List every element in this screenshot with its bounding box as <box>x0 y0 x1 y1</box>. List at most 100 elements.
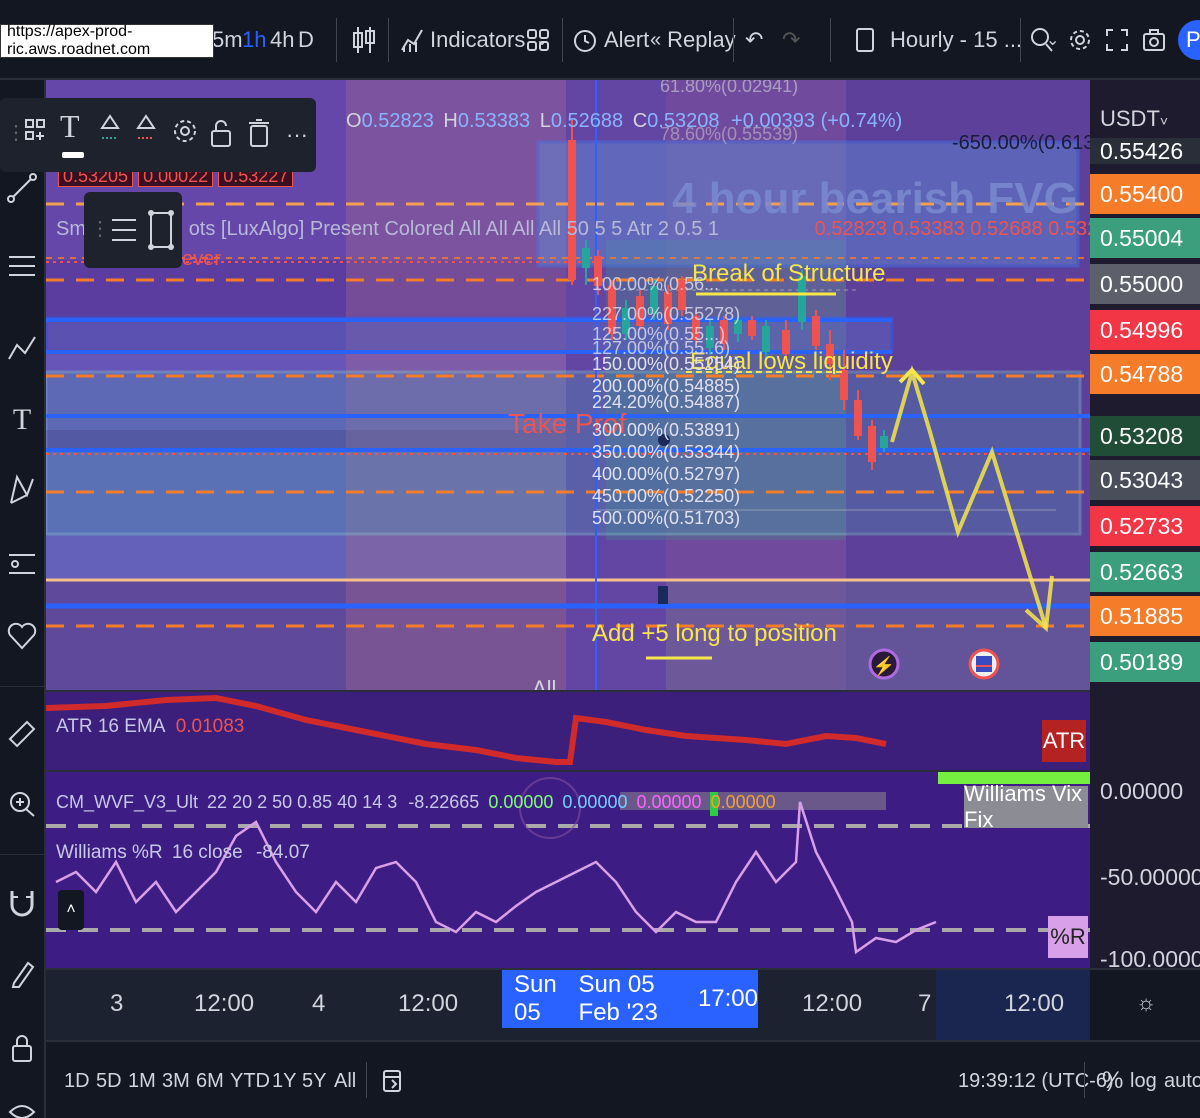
xabcd-tool[interactable] <box>4 472 40 508</box>
layout-grid-button[interactable] <box>527 18 549 62</box>
floating-drawing-toolbar: ⋮ T ··· <box>0 98 316 172</box>
osc-axis-label: -50.00000 <box>1100 864 1200 890</box>
atr-pane[interactable]: ATR 16 EMA 0.01083 ATR <box>46 690 1090 770</box>
period-1y[interactable]: 1Y <box>272 1070 296 1093</box>
template-button[interactable] <box>24 118 46 153</box>
fib-top-label: 61.80%(0.02941) <box>660 80 799 96</box>
fullscreen-button[interactable] <box>1106 18 1128 62</box>
magnet-icon <box>10 891 34 917</box>
date-range-button[interactable] <box>382 1066 402 1099</box>
trash-icon <box>249 119 269 147</box>
snapshot-button[interactable] <box>1142 18 1166 62</box>
time-label: 12:00 <box>802 990 863 1017</box>
undo-button[interactable]: ↶ <box>745 18 763 62</box>
svg-text:⚡: ⚡ <box>873 655 895 677</box>
avatar[interactable]: P <box>1178 20 1200 60</box>
time-label: 7 <box>918 990 932 1017</box>
oscillator-axis[interactable]: 0.00000 -50.00000 -100.00000 <box>1090 690 1200 968</box>
clock[interactable]: 19:39:12 (UTC-6) <box>958 1070 1114 1093</box>
drag-handle-icon[interactable]: ⋮ <box>90 216 110 241</box>
period-5d[interactable]: 5D <box>96 1070 122 1093</box>
layout-select[interactable]: Hourly - 15 ... ⌄ <box>856 18 1059 62</box>
period-1m[interactable]: 1M <box>128 1070 156 1093</box>
time-axis[interactable]: 3 12:00 4 12:00 Sun 05 Sun 05 Feb '23 17… <box>46 968 1200 1042</box>
fib-level-label: 450.00%(0.52250) <box>592 486 741 506</box>
period-ytd[interactable]: YTD <box>230 1070 270 1093</box>
atr-badge: ATR <box>1042 720 1086 762</box>
williams-legend[interactable]: Williams %R 16 close -84.07 <box>56 842 310 864</box>
fvg-annotation[interactable]: 4 hour bearish FVG <box>672 174 1078 224</box>
wvf-legend[interactable]: CM_WVF_V3_Ult 22 20 2 50 0.85 40 14 3 -8… <box>56 792 776 813</box>
interval-d[interactable]: D <box>298 18 314 62</box>
collapse-pane-button[interactable]: ˄ <box>58 890 84 930</box>
url-badge: https://apex-prod-ric.aws.roadnet.com <box>0 23 214 58</box>
more-options-button[interactable]: ··· <box>286 122 308 148</box>
period-5y[interactable]: 5Y <box>302 1070 326 1093</box>
alert-button[interactable]: Alert <box>572 18 649 62</box>
trend-line-tool[interactable] <box>4 170 40 206</box>
drawing-settings-button[interactable] <box>172 118 198 149</box>
text-icon: T <box>60 108 80 144</box>
search-button[interactable] <box>1030 18 1054 62</box>
time-label: 12:00 <box>194 990 255 1017</box>
fill-color-button[interactable] <box>98 112 122 147</box>
period-1d[interactable]: 1D <box>64 1070 90 1093</box>
fullscreen-icon <box>1106 29 1128 51</box>
magnet-tool[interactable] <box>4 886 40 922</box>
hide-drawings-tool[interactable] <box>4 1094 40 1118</box>
price-tag: 0.52663 <box>1090 552 1200 592</box>
ruler-tool[interactable] <box>4 716 40 752</box>
interval-4h[interactable]: 4h <box>270 18 294 62</box>
fib-level-label: 400.00%(0.52797) <box>592 464 741 484</box>
period-3m[interactable]: 3M <box>162 1070 190 1093</box>
pencil-icon <box>11 961 35 988</box>
alarm-clock-icon <box>574 30 596 52</box>
fib-top-label: 78.60%(0.55539) <box>660 124 799 144</box>
gear-icon <box>174 120 196 142</box>
delete-drawing-button[interactable] <box>248 118 270 153</box>
stay-in-drawing-tool[interactable] <box>4 956 40 992</box>
price-tag: 0.55426 <box>1090 138 1200 164</box>
price-tag: 0.54788 <box>1090 354 1200 394</box>
ohlc-legend: O0.52823 H0.53383 L0.52688 C0.53208 +0.0… <box>346 110 903 132</box>
align-button[interactable] <box>110 212 138 253</box>
horizontal-lines-tool[interactable] <box>4 248 40 284</box>
chart-settings-button[interactable]: ☼ <box>1136 990 1156 1016</box>
osc-axis-label: -100.00000 <box>1100 946 1200 968</box>
break-of-structure-annotation[interactable]: Break of Structure <box>692 260 885 288</box>
price-tag: 0.51885 <box>1090 596 1200 636</box>
add-long-annotation[interactable]: Add +5 long to position <box>592 620 837 648</box>
interval-1h[interactable]: 1h <box>242 18 266 62</box>
auto-toggle[interactable]: auto <box>1164 1070 1200 1093</box>
interval-5m[interactable]: 5m <box>212 18 243 62</box>
candle-type-button[interactable] <box>352 18 376 62</box>
atr-legend[interactable]: ATR 16 EMA 0.01083 <box>56 716 244 738</box>
lock-drawing-button[interactable] <box>210 118 232 153</box>
period-all[interactable]: All <box>334 1070 356 1093</box>
price-tag: 0.55400 <box>1090 174 1200 214</box>
drawing-toolbar: T <box>0 80 46 1118</box>
oscillator-pane[interactable]: CM_WVF_V3_Ult 22 20 2 50 0.85 40 14 3 -8… <box>46 770 1090 968</box>
time-label: 12:00 <box>1004 990 1065 1017</box>
lock-drawings-tool[interactable] <box>4 1030 40 1066</box>
favorites-tool[interactable] <box>4 618 40 654</box>
log-toggle[interactable]: log <box>1130 1070 1157 1093</box>
frame-button[interactable] <box>148 210 174 255</box>
zoom-in-tool[interactable] <box>4 786 40 822</box>
text-color-button[interactable]: T <box>60 108 80 145</box>
settings-button[interactable] <box>1068 18 1092 62</box>
measure-tool[interactable] <box>4 546 40 582</box>
text-tool[interactable]: T <box>4 402 40 438</box>
candlestick-icon <box>353 27 375 53</box>
replay-button[interactable]: « Replay <box>650 18 736 62</box>
redo-button[interactable]: ↷ <box>782 18 800 62</box>
currency-selector[interactable]: USDT˅ <box>1100 106 1168 132</box>
forecast-icon <box>9 554 35 574</box>
period-6m[interactable]: 6M <box>196 1070 224 1093</box>
border-color-button[interactable] <box>134 112 158 147</box>
drag-handle-icon[interactable]: ⋮ <box>6 120 26 145</box>
price-axis[interactable]: USDT˅ 0.55426 0.55400 0.55004 0.55000 0.5499… <box>1090 80 1200 690</box>
pattern-tool[interactable] <box>4 330 40 366</box>
zoom-in-icon <box>10 792 35 817</box>
percent-toggle[interactable]: % <box>1102 1067 1123 1095</box>
